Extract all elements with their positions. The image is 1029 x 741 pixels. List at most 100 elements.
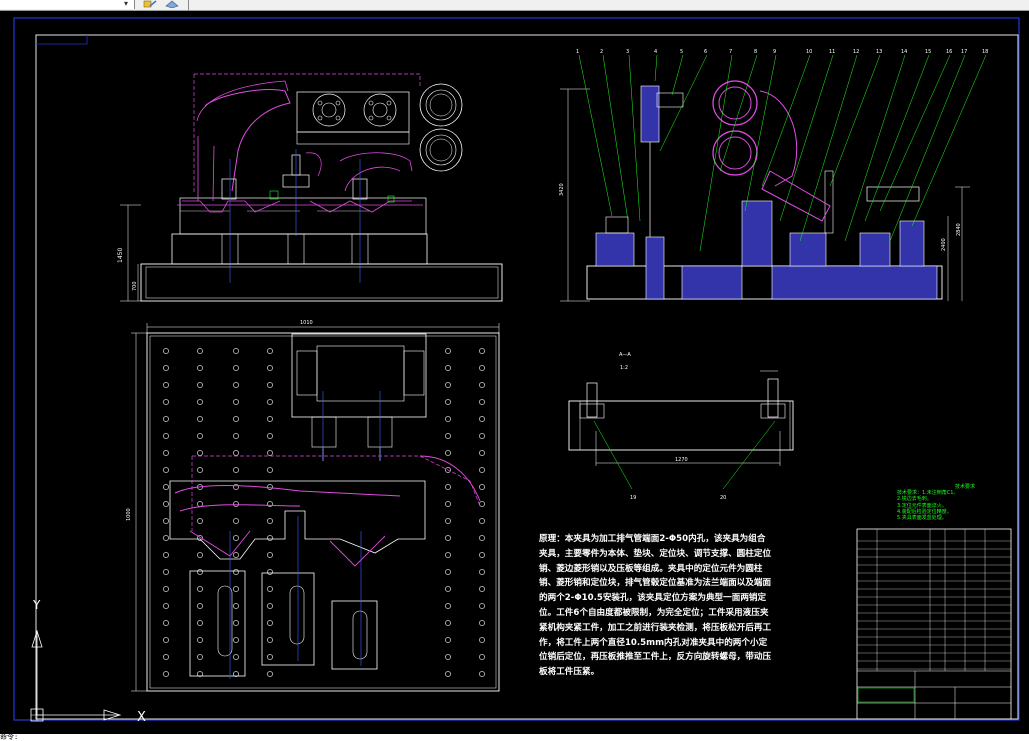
plate-hole	[233, 450, 239, 456]
ucs-x-label: X	[137, 710, 146, 725]
plate-hole	[479, 450, 485, 456]
design-notes: 原理：本夹具为加工排气管端面2-Φ50内孔，该夹具为组合夹具，主要零件为本体、垫…	[539, 534, 772, 678]
plate-hole	[479, 501, 485, 507]
plate-hole	[233, 348, 239, 354]
plate-hole	[233, 654, 239, 660]
plate-hole	[233, 586, 239, 592]
chevron-down-icon[interactable]: ▾	[124, 0, 128, 8]
plate-hole	[233, 518, 239, 524]
dim-front-h1: 1450	[117, 248, 124, 263]
plate-hole	[445, 433, 451, 439]
plate-hole	[163, 450, 169, 456]
plate-hole	[479, 569, 485, 575]
plate-hole	[267, 399, 273, 405]
plate-hole	[445, 416, 451, 422]
plate-hole	[233, 382, 239, 388]
layer-state-icon[interactable]	[164, 0, 180, 8]
dim-section-w: 1270	[675, 457, 688, 463]
plate-hole	[445, 552, 451, 558]
cad-drawing[interactable]: 1450 700 1 2 3 4 5 6 7 8 9 10 11 12 13 1…	[0, 11, 1029, 734]
plate-hole	[267, 637, 273, 643]
tooling-plate-holes	[163, 348, 485, 677]
plate-hole	[163, 603, 169, 609]
plate-hole	[163, 586, 169, 592]
plate-hole	[479, 365, 485, 371]
dim-front-h2: 700	[132, 281, 138, 291]
plate-hole	[233, 637, 239, 643]
plate-hole	[479, 603, 485, 609]
plate-hole	[163, 382, 169, 388]
plate-hole	[163, 416, 169, 422]
layer-tool-icon[interactable]	[143, 0, 157, 8]
plate-hole	[267, 654, 273, 660]
plate-hole	[233, 501, 239, 507]
plate-hole	[267, 518, 273, 524]
plate-hole	[163, 671, 169, 677]
balloon-3: 3	[626, 49, 629, 55]
plate-hole	[479, 620, 485, 626]
plate-hole	[267, 586, 273, 592]
plate-hole	[197, 603, 203, 609]
balloon-20: 20	[720, 495, 726, 501]
plate-hole	[163, 467, 169, 473]
balloon-1: 1	[576, 49, 579, 55]
balloon-11: 11	[829, 49, 835, 55]
plate-hole	[163, 365, 169, 371]
plate-hole	[267, 620, 273, 626]
plate-hole	[233, 467, 239, 473]
plate-hole	[445, 586, 451, 592]
balloon-7: 7	[729, 49, 732, 55]
plate-hole	[445, 603, 451, 609]
plate-hole	[233, 552, 239, 558]
plate-hole	[445, 365, 451, 371]
plate-hole	[267, 484, 273, 490]
plate-hole	[267, 467, 273, 473]
balloon-4: 4	[654, 49, 657, 55]
plate-hole	[233, 620, 239, 626]
dim-plan-height: 1000	[126, 508, 132, 521]
plate-hole	[267, 348, 273, 354]
balloon-16: 16	[946, 49, 952, 55]
balloon-12: 12	[853, 49, 859, 55]
plate-hole	[267, 569, 273, 575]
section-label: A—A	[619, 352, 631, 358]
plate-hole	[197, 348, 203, 354]
drawing-canvas[interactable]: 1450 700 1 2 3 4 5 6 7 8 9 10 11 12 13 1…	[0, 11, 1029, 735]
plate-hole	[197, 637, 203, 643]
ucs-y-label: Y	[32, 598, 41, 612]
plate-hole	[197, 467, 203, 473]
plate-hole	[163, 654, 169, 660]
plate-hole	[479, 671, 485, 677]
plate-hole	[197, 586, 203, 592]
plate-hole	[163, 535, 169, 541]
plate-hole	[233, 603, 239, 609]
plate-hole	[163, 637, 169, 643]
ucs-icon	[30, 629, 122, 722]
plate-hole	[445, 501, 451, 507]
plate-hole	[163, 433, 169, 439]
green-note-5: 5.夹具表面发蓝处理。	[897, 515, 947, 522]
plate-hole	[233, 433, 239, 439]
plate-hole	[445, 569, 451, 575]
plate-hole	[479, 467, 485, 473]
plate-hole	[197, 382, 203, 388]
balloon-5: 5	[680, 49, 683, 55]
layer-dropdown[interactable]: ▾	[0, 0, 135, 9]
plate-hole	[479, 518, 485, 524]
balloon-13: 13	[876, 49, 882, 55]
plate-hole	[197, 416, 203, 422]
plate-hole	[197, 654, 203, 660]
balloon-15: 15	[925, 49, 931, 55]
plate-hole	[445, 535, 451, 541]
plate-hole	[445, 450, 451, 456]
plate-hole	[445, 484, 451, 490]
plate-hole	[233, 365, 239, 371]
plate-hole	[163, 399, 169, 405]
plate-hole	[197, 518, 203, 524]
command-line[interactable]: 命令:	[0, 734, 1029, 741]
bom-table	[857, 540, 1011, 670]
plate-hole	[163, 348, 169, 354]
plate-hole	[445, 399, 451, 405]
plate-hole	[197, 365, 203, 371]
plate-hole	[479, 552, 485, 558]
